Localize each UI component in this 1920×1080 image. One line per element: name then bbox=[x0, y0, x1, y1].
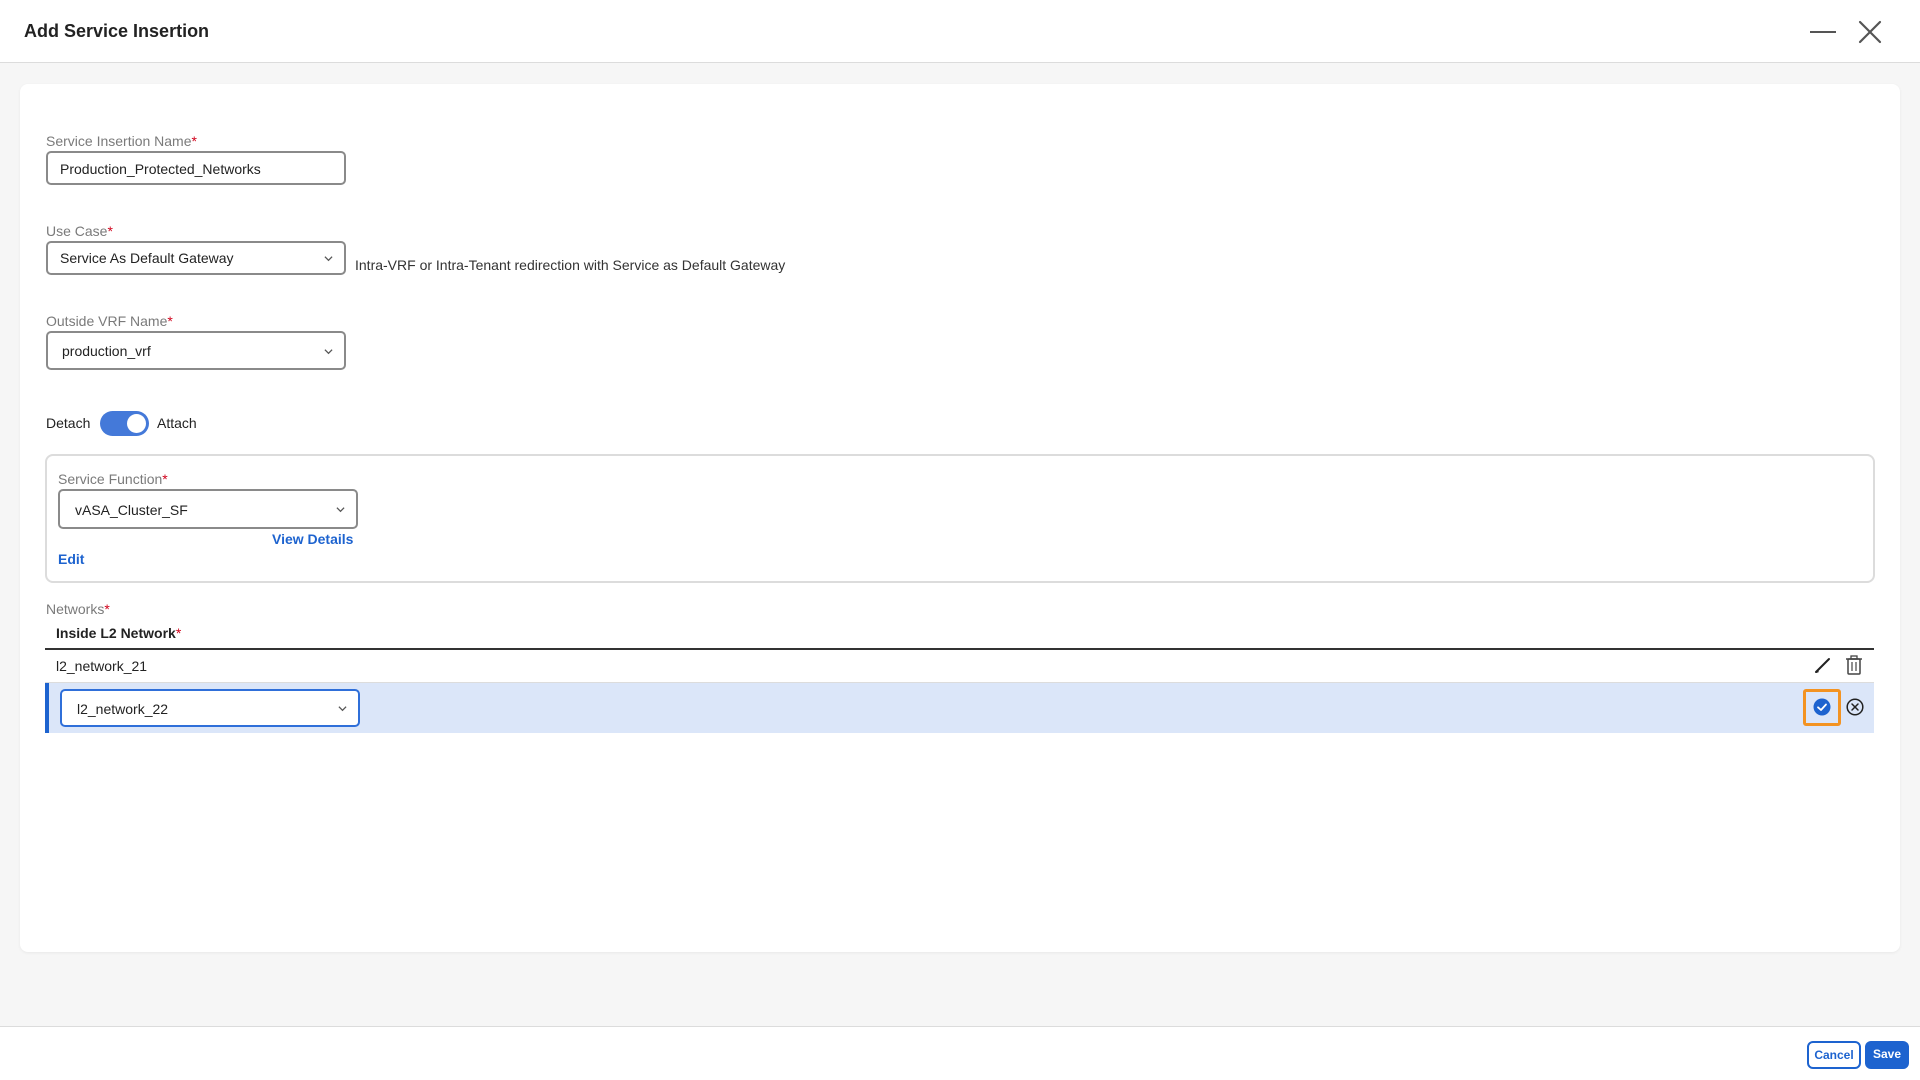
trash-icon[interactable] bbox=[1845, 655, 1863, 675]
inside-l2-network-header: Inside L2 Network* bbox=[56, 625, 182, 641]
chevron-down-icon bbox=[324, 256, 333, 262]
cancel-button[interactable]: Cancel bbox=[1807, 1041, 1861, 1069]
attach-label: Attach bbox=[157, 415, 197, 431]
network-cell: l2_network_21 bbox=[56, 658, 148, 674]
service-function-value: vASA_Cluster_SF bbox=[75, 502, 188, 518]
dialog-title: Add Service Insertion bbox=[24, 21, 210, 41]
close-icon[interactable] bbox=[1857, 19, 1883, 45]
attach-toggle[interactable] bbox=[100, 411, 149, 436]
dialog-footer: Cancel Save bbox=[0, 1026, 1920, 1080]
service-insertion-name-input[interactable]: Production_Protected_Networks bbox=[46, 151, 346, 185]
service-function-select[interactable]: vASA_Cluster_SF bbox=[58, 489, 358, 529]
edit-service-function-link[interactable]: Edit bbox=[58, 551, 84, 567]
toggle-knob bbox=[127, 414, 146, 433]
save-button[interactable]: Save bbox=[1865, 1041, 1909, 1069]
check-circle-icon[interactable] bbox=[1813, 698, 1831, 716]
detach-label: Detach bbox=[46, 415, 91, 431]
x-circle-icon[interactable] bbox=[1846, 698, 1864, 716]
use-case-select[interactable]: Service As Default Gateway bbox=[46, 241, 346, 275]
minimize-icon[interactable] bbox=[1810, 31, 1836, 33]
outside-vrf-value: production_vrf bbox=[62, 343, 151, 359]
chevron-down-icon bbox=[336, 507, 345, 513]
use-case-value: Service As Default Gateway bbox=[60, 250, 234, 266]
networks-label: Networks* bbox=[46, 601, 110, 617]
use-case-label: Use Case* bbox=[46, 223, 113, 239]
service-insertion-name-value: Production_Protected_Networks bbox=[60, 161, 261, 177]
chevron-down-icon bbox=[338, 706, 347, 712]
service-insertion-name-label: Service Insertion Name* bbox=[46, 133, 197, 149]
dialog-header: Add Service Insertion bbox=[0, 0, 1920, 63]
network-select-value: l2_network_22 bbox=[77, 701, 169, 717]
chevron-down-icon bbox=[324, 349, 333, 355]
network-select[interactable]: l2_network_22 bbox=[60, 689, 360, 727]
table-row: l2_network_21 bbox=[45, 650, 1874, 683]
pencil-icon[interactable] bbox=[1814, 656, 1832, 674]
use-case-hint: Intra-VRF or Intra-Tenant redirection wi… bbox=[355, 257, 786, 273]
outside-vrf-select[interactable]: production_vrf bbox=[46, 331, 346, 370]
outside-vrf-label: Outside VRF Name* bbox=[46, 313, 173, 329]
service-function-label: Service Function* bbox=[58, 471, 168, 487]
view-details-link[interactable]: View Details bbox=[272, 531, 353, 547]
